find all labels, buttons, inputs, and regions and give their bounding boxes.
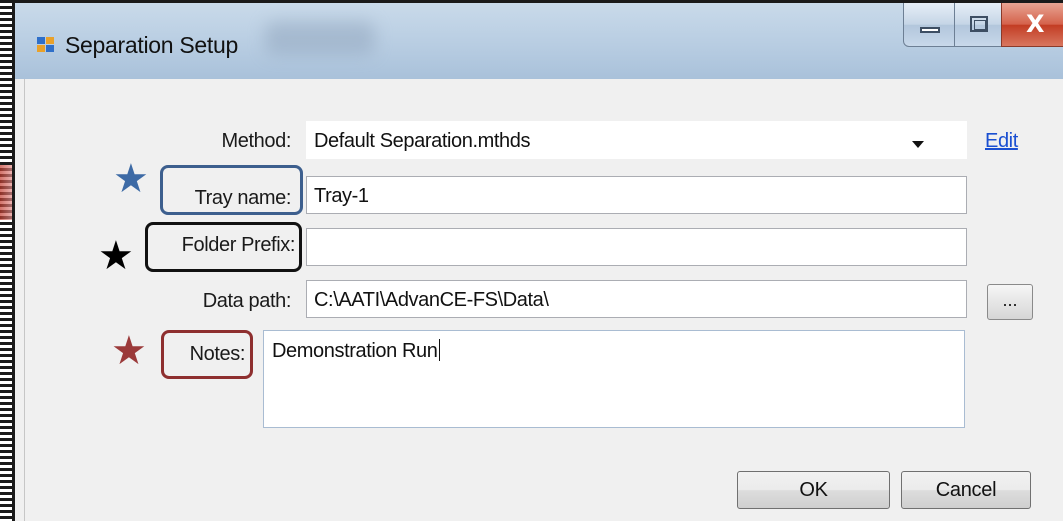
notes-text: Demonstration Run [272, 340, 438, 362]
close-icon: X [1026, 10, 1045, 38]
data-path-input[interactable]: C:\AATI\AdvanCE-FS\Data\ [306, 280, 967, 318]
window-title: Separation Setup [65, 32, 238, 58]
folder-prefix-input[interactable] [306, 228, 967, 266]
browse-button[interactable]: ... [987, 284, 1033, 320]
blue-star-icon: ★ [113, 156, 149, 202]
data-path-label: Data path: [202, 290, 292, 312]
tray-name-input[interactable]: Tray-1 [306, 176, 967, 214]
method-label: Method: [221, 130, 292, 152]
maximize-button[interactable] [954, 3, 1002, 47]
red-star-icon: ★ [111, 328, 147, 374]
cancel-button[interactable]: Cancel [901, 471, 1031, 509]
ok-button[interactable]: OK [737, 471, 890, 509]
app-icon [37, 37, 55, 53]
close-button[interactable]: X [1001, 3, 1063, 47]
notes-textarea[interactable]: Demonstration Run [263, 330, 965, 428]
chevron-down-icon[interactable] [912, 141, 924, 148]
notes-highlight-box [161, 330, 253, 379]
text-caret [438, 339, 440, 361]
screenshot-left-edge [0, 0, 12, 521]
title-bar-reflection [265, 21, 375, 55]
minimize-icon [920, 27, 940, 33]
edit-method-link[interactable]: Edit [985, 130, 1018, 153]
title-bar[interactable]: Separation Setup X [15, 3, 1063, 79]
method-dropdown[interactable]: Default Separation.mthds [306, 121, 967, 159]
maximize-icon [970, 16, 988, 32]
minimize-button[interactable] [903, 3, 955, 47]
black-star-icon: ★ [98, 233, 134, 279]
folder-prefix-highlight-box [145, 222, 302, 272]
tray-name-highlight-box [160, 165, 303, 215]
